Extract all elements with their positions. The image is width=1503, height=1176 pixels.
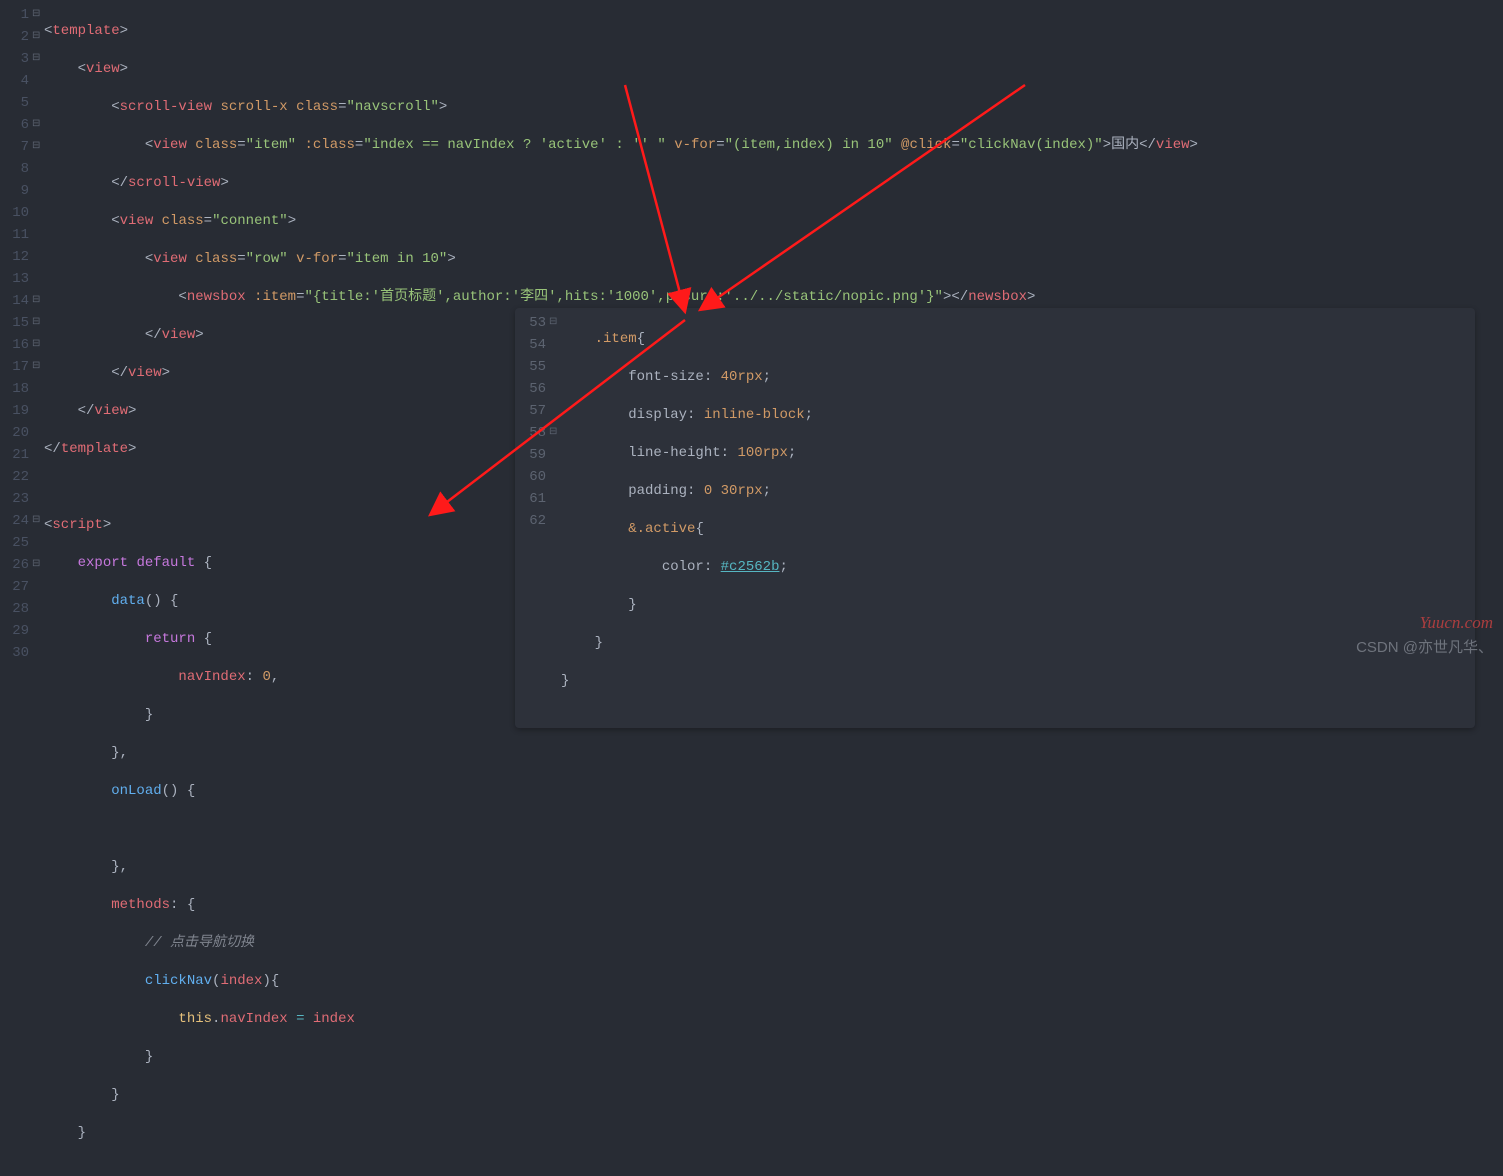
code-line: <view class="row" v-for="item in 10"> <box>44 248 1503 270</box>
line-number: 16⊟ <box>0 334 44 356</box>
line-number: 27 <box>0 576 44 598</box>
line-number: 56 <box>515 378 561 400</box>
code-line: <newsbox :item="{title:'首页标题',author:'李四… <box>44 286 1503 308</box>
line-number: 7⊟ <box>0 136 44 158</box>
code-line: } <box>561 670 1475 692</box>
code-line: &.active{ <box>561 518 1475 540</box>
code-line: <view class="item" :class="index == navI… <box>44 134 1503 156</box>
line-number: 18 <box>0 378 44 400</box>
line-number: 54 <box>515 334 561 356</box>
line-number: 59 <box>515 444 561 466</box>
line-number: 58⊟ <box>515 422 561 444</box>
code-line: } <box>561 594 1475 616</box>
code-line: <template> <box>44 20 1503 42</box>
code-line: // 点击导航切换 <box>44 932 1503 954</box>
code-line: <view> <box>44 58 1503 80</box>
line-number: 20 <box>0 422 44 444</box>
line-number: 6⊟ <box>0 114 44 136</box>
line-number: 22 <box>0 466 44 488</box>
line-number: 61 <box>515 488 561 510</box>
code-line: <scroll-view scroll-x class="navscroll"> <box>44 96 1503 118</box>
code-line: clickNav(index){ <box>44 970 1503 992</box>
code-line: } <box>44 1046 1503 1068</box>
code-line: this.navIndex = index <box>44 1008 1503 1030</box>
line-number: 4 <box>0 70 44 92</box>
line-number: 14⊟ <box>0 290 44 312</box>
line-number: 55 <box>515 356 561 378</box>
code-line: display: inline-block; <box>561 404 1475 426</box>
code-line: methods: { <box>44 894 1503 916</box>
code-line: onLoad() { <box>44 780 1503 802</box>
line-number: 8 <box>0 158 44 180</box>
line-number: 30 <box>0 642 44 664</box>
line-number: 23 <box>0 488 44 510</box>
watermark-site: Yuucn.com <box>1419 613 1493 633</box>
watermark-csdn: CSDN @亦世凡华、 <box>1356 636 1493 657</box>
code-line: line-height: 100rpx; <box>561 442 1475 464</box>
panel-line-gutter: 53⊟5455565758⊟59606162 <box>515 308 561 728</box>
line-number: 11 <box>0 224 44 246</box>
line-number: 21 <box>0 444 44 466</box>
code-line: } <box>561 632 1475 654</box>
code-line: .item{ <box>561 328 1475 350</box>
line-number: 2⊟ <box>0 26 44 48</box>
line-number: 25 <box>0 532 44 554</box>
line-number: 26⊟ <box>0 554 44 576</box>
code-line: } <box>44 1084 1503 1106</box>
line-number: 1⊟ <box>0 4 44 26</box>
code-line: font-size: 40rpx; <box>561 366 1475 388</box>
line-number: 9 <box>0 180 44 202</box>
line-number: 19 <box>0 400 44 422</box>
code-line: <view class="connent"> <box>44 210 1503 232</box>
line-number: 57 <box>515 400 561 422</box>
line-number: 17⊟ <box>0 356 44 378</box>
line-number: 5 <box>0 92 44 114</box>
line-number: 28 <box>0 598 44 620</box>
line-number: 24⊟ <box>0 510 44 532</box>
line-number: 12 <box>0 246 44 268</box>
line-number: 10 <box>0 202 44 224</box>
code-line <box>44 818 1503 840</box>
line-gutter: 1⊟2⊟3⊟456⊟7⊟891011121314⊟15⊟16⊟17⊟181920… <box>0 0 44 663</box>
line-number: 15⊟ <box>0 312 44 334</box>
line-number: 3⊟ <box>0 48 44 70</box>
code-line: color: #c2562b; <box>561 556 1475 578</box>
code-line: </scroll-view> <box>44 172 1503 194</box>
code-line: padding: 0 30rpx; <box>561 480 1475 502</box>
line-number: 62 <box>515 510 561 532</box>
line-number: 29 <box>0 620 44 642</box>
panel-code-area[interactable]: .item{ font-size: 40rpx; display: inline… <box>561 308 1475 728</box>
code-line: } <box>44 1122 1503 1144</box>
line-number: 60 <box>515 466 561 488</box>
code-line: }, <box>44 742 1503 764</box>
secondary-code-panel[interactable]: 53⊟5455565758⊟59606162 .item{ font-size:… <box>515 308 1475 728</box>
code-line: }, <box>44 856 1503 878</box>
line-number: 13 <box>0 268 44 290</box>
line-number: 53⊟ <box>515 312 561 334</box>
